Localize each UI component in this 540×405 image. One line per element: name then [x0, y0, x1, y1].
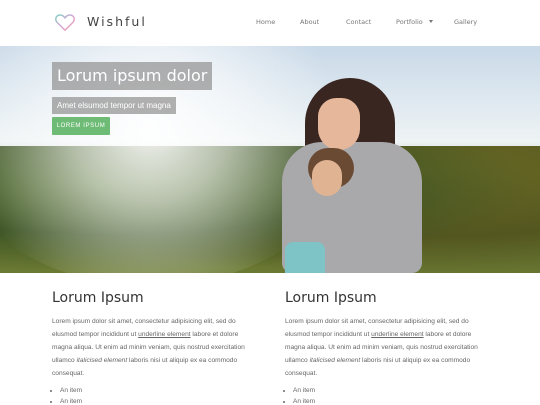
column-paragraph: Lorem ipsum dolor sit amet, consectetur …	[52, 315, 252, 380]
site-header: Wishful Home About Contact Portfolio Gal…	[0, 0, 540, 46]
nav-item-about[interactable]: About	[300, 18, 319, 26]
content-column-right: Lorum Ipsum Lorem ipsum dolor sit amet, …	[285, 290, 485, 405]
hero-photo-child-face	[312, 160, 342, 196]
bullet-list: An item An item	[52, 385, 252, 405]
hero-photo-child-shirt	[285, 242, 325, 273]
italic-text: italicised element	[309, 357, 361, 364]
underline-link[interactable]: underline element	[138, 331, 190, 338]
list-item: An item	[293, 396, 485, 405]
nav-item-portfolio[interactable]: Portfolio	[396, 18, 423, 26]
main-nav: Home About Contact Portfolio Gallery	[0, 18, 540, 30]
list-item: An item	[60, 385, 252, 396]
column-heading: Lorum Ipsum	[285, 290, 377, 306]
italic-text: italicised element	[76, 357, 128, 364]
hero-subtitle: Amet elsumod tempor ut magna	[52, 97, 176, 114]
hero-cta-button[interactable]: LOREM IPSUM	[52, 117, 110, 135]
bullet-list: An item An item	[285, 385, 485, 405]
list-item: An item	[60, 396, 252, 405]
underline-link[interactable]: underline element	[371, 331, 423, 338]
hero-title: Lorum ipsum dolor	[52, 62, 213, 90]
nav-item-home[interactable]: Home	[256, 18, 275, 26]
content-column-left: Lorum Ipsum Lorem ipsum dolor sit amet, …	[52, 290, 252, 405]
hero-banner: Lorum ipsum dolor Amet elsumod tempor ut…	[0, 46, 540, 273]
column-heading: Lorum Ipsum	[52, 290, 144, 306]
list-item: An item	[293, 385, 485, 396]
chevron-down-icon[interactable]	[429, 20, 433, 23]
hero-photo-woman-face	[318, 98, 360, 150]
nav-item-gallery[interactable]: Gallery	[454, 18, 477, 26]
column-paragraph: Lorem ipsum dolor sit amet, consectetur …	[285, 315, 485, 380]
nav-item-contact[interactable]: Contact	[346, 18, 371, 26]
